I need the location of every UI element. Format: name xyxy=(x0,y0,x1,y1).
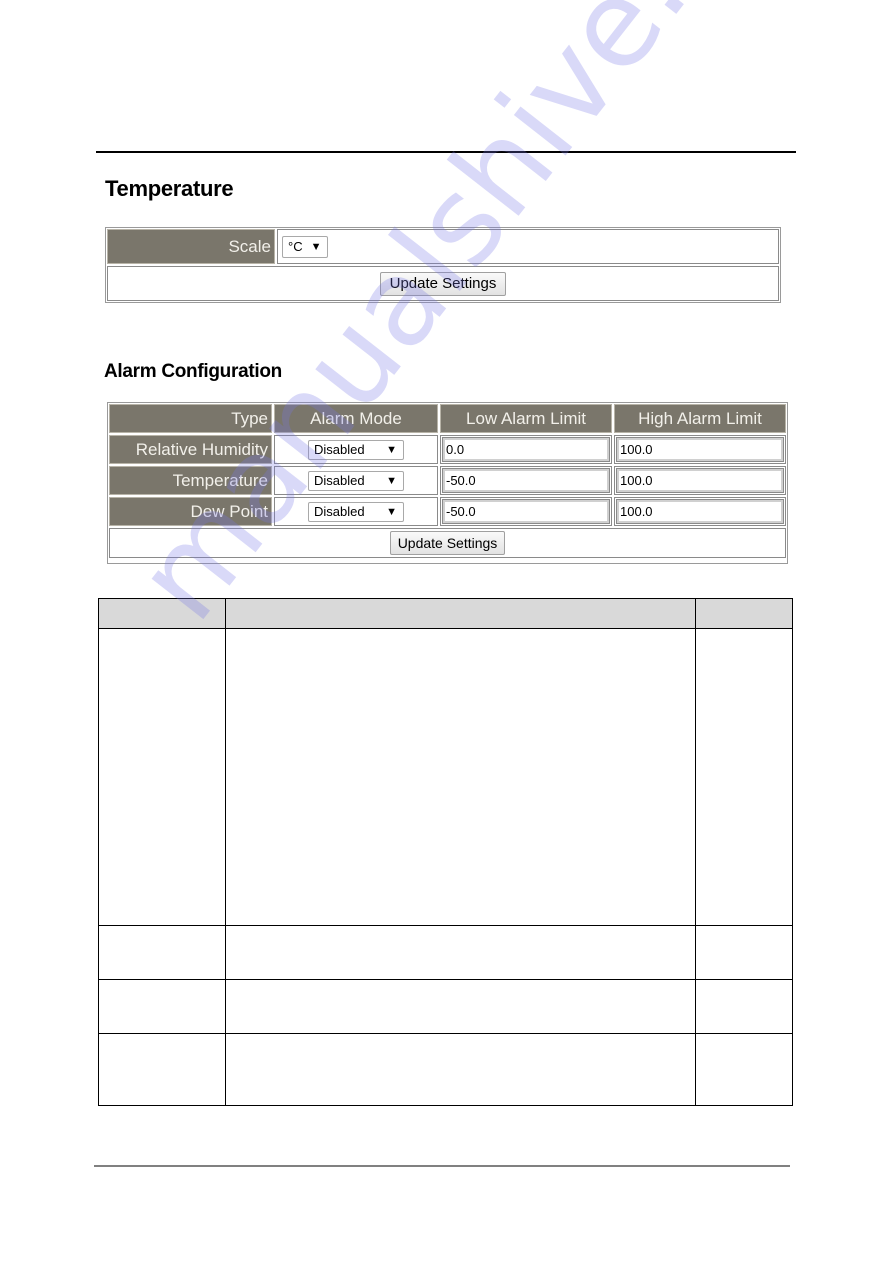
table-cell xyxy=(695,979,793,1034)
alarm-update-settings-button[interactable]: Update Settings xyxy=(389,531,506,555)
high-alarm-limit-input-dew-point[interactable] xyxy=(616,499,784,524)
table-cell xyxy=(98,1033,226,1106)
scale-select[interactable]: °C ▼ xyxy=(282,235,329,258)
alarm-mode-cell: Disabled ▼ xyxy=(274,466,438,495)
alarm-configuration-heading: Alarm Configuration xyxy=(104,361,282,382)
chevron-down-icon: ▼ xyxy=(310,240,322,253)
chevron-down-icon: ▼ xyxy=(386,505,397,518)
header-cell xyxy=(695,598,793,629)
alarm-type-label: Dew Point xyxy=(109,497,272,526)
table-cell xyxy=(225,628,696,926)
table-cell xyxy=(695,1033,793,1106)
low-alarm-limit-input-relative-humidity[interactable] xyxy=(442,437,610,462)
table-cell xyxy=(225,979,696,1034)
alarm-row-relative-humidity: Relative Humidity Disabled ▼ xyxy=(109,435,786,464)
table-cell xyxy=(225,1033,696,1106)
description-table xyxy=(98,598,793,1106)
table-row xyxy=(98,979,793,1034)
alarm-mode-value: Disabled xyxy=(314,473,365,488)
table-cell xyxy=(98,628,226,926)
alarm-update-cell: Update Settings xyxy=(109,528,786,558)
alarm-mode-value: Disabled xyxy=(314,442,365,457)
low-limit-cell xyxy=(440,497,612,526)
table-cell xyxy=(695,925,793,980)
alarm-configuration-table: Type Alarm Mode Low Alarm Limit High Ala… xyxy=(107,402,788,564)
alarm-type-label: Relative Humidity xyxy=(109,435,272,464)
low-alarm-limit-input-dew-point[interactable] xyxy=(442,499,610,524)
chevron-down-icon: ▼ xyxy=(386,443,397,456)
scale-label: Scale xyxy=(107,229,275,264)
alarm-type-label: Temperature xyxy=(109,466,272,495)
chevron-down-icon: ▼ xyxy=(386,474,397,487)
table-row xyxy=(98,925,793,980)
high-alarm-limit-input-temperature[interactable] xyxy=(616,468,784,493)
alarm-mode-select-dew-point[interactable]: Disabled ▼ xyxy=(308,501,404,522)
high-alarm-limit-input-relative-humidity[interactable] xyxy=(616,437,784,462)
low-limit-cell xyxy=(440,435,612,464)
table-row xyxy=(98,1033,793,1106)
temperature-update-settings-button[interactable]: Update Settings xyxy=(379,271,507,296)
table-cell xyxy=(98,925,226,980)
scale-row: Scale °C ▼ xyxy=(107,229,779,264)
scale-cell: °C ▼ xyxy=(277,229,779,264)
header-cell xyxy=(225,598,696,629)
column-header-low-alarm-limit: Low Alarm Limit xyxy=(440,404,612,433)
alarm-update-row: Update Settings xyxy=(109,528,786,558)
header-cell xyxy=(98,598,226,629)
alarm-mode-value: Disabled xyxy=(314,504,365,519)
low-alarm-limit-input-temperature[interactable] xyxy=(442,468,610,493)
temperature-heading: Temperature xyxy=(105,176,234,201)
temperature-settings-table: Scale °C ▼ Update Settings xyxy=(105,227,781,303)
table-cell xyxy=(695,628,793,926)
table-cell xyxy=(225,925,696,980)
temperature-update-cell: Update Settings xyxy=(107,266,779,301)
alarm-mode-select-temperature[interactable]: Disabled ▼ xyxy=(308,470,404,491)
footer-rule xyxy=(94,1165,790,1167)
high-limit-cell xyxy=(614,466,786,495)
alarm-mode-cell: Disabled ▼ xyxy=(274,497,438,526)
column-header-type: Type xyxy=(109,404,272,433)
table-row xyxy=(98,628,793,926)
high-limit-cell xyxy=(614,435,786,464)
alarm-mode-cell: Disabled ▼ xyxy=(274,435,438,464)
column-header-high-alarm-limit: High Alarm Limit xyxy=(614,404,786,433)
high-limit-cell xyxy=(614,497,786,526)
description-table-header-row xyxy=(98,598,793,629)
alarm-mode-select-relative-humidity[interactable]: Disabled ▼ xyxy=(308,439,404,460)
alarm-row-temperature: Temperature Disabled ▼ xyxy=(109,466,786,495)
header-rule xyxy=(96,151,796,153)
table-cell xyxy=(98,979,226,1034)
low-limit-cell xyxy=(440,466,612,495)
alarm-row-dew-point: Dew Point Disabled ▼ xyxy=(109,497,786,526)
scale-select-value: °C xyxy=(288,239,303,254)
alarm-header-row: Type Alarm Mode Low Alarm Limit High Ala… xyxy=(109,404,786,433)
column-header-alarm-mode: Alarm Mode xyxy=(274,404,438,433)
temperature-update-row: Update Settings xyxy=(107,266,779,301)
